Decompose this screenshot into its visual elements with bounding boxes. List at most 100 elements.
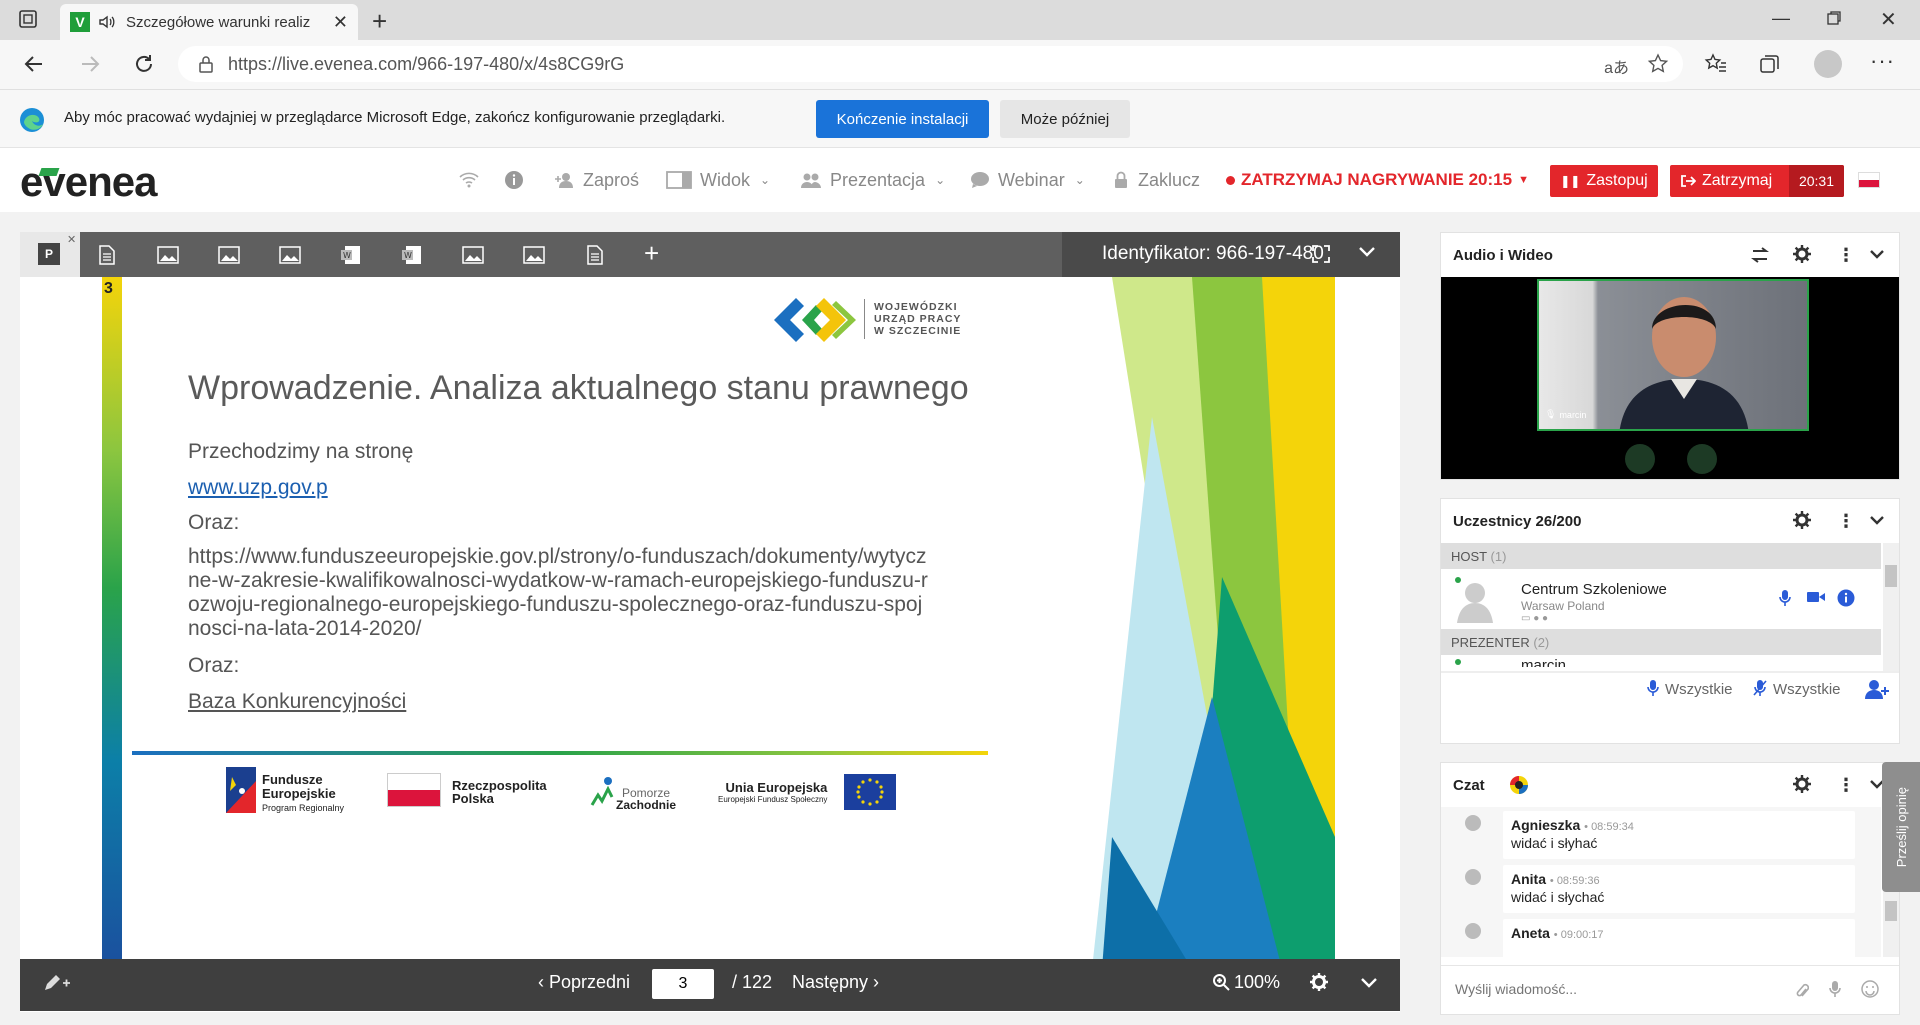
- tab-actions-icon[interactable]: [18, 9, 38, 29]
- mic-toggle-button[interactable]: [1687, 444, 1717, 474]
- view-nav[interactable]: Widok ⌄: [666, 148, 770, 212]
- new-tab-icon[interactable]: +: [372, 6, 387, 37]
- chevron-down-icon[interactable]: [1360, 977, 1378, 989]
- mic-icon[interactable]: [1779, 589, 1791, 607]
- settings-gear-icon[interactable]: [1793, 245, 1811, 263]
- word-file-icon[interactable]: W: [401, 245, 423, 265]
- speaker-icon[interactable]: [98, 13, 116, 31]
- refresh-icon[interactable]: [132, 52, 156, 76]
- image-file-icon[interactable]: [218, 246, 240, 264]
- next-slide-button[interactable]: Następny ›: [792, 972, 879, 993]
- info-icon[interactable]: [504, 148, 524, 212]
- chevron-down-icon[interactable]: [1869, 515, 1885, 526]
- settings-gear-icon[interactable]: [1793, 775, 1811, 793]
- competitiveness-base-link[interactable]: Baza Konkurencyjności: [188, 690, 406, 714]
- chat-message-input[interactable]: [1441, 970, 1781, 1008]
- all-audio-button[interactable]: Wszystkie: [1647, 679, 1733, 698]
- more-menu-icon[interactable]: ···: [1870, 48, 1895, 74]
- chevron-down-icon[interactable]: [1869, 249, 1885, 260]
- evenea-logo[interactable]: evenea: [20, 158, 157, 206]
- participants-scrollbar[interactable]: [1883, 543, 1899, 671]
- more-vertical-icon[interactable]: ⋮: [1837, 511, 1855, 532]
- chat-message: Agnieszka • 08:59:34 widać i słyhać: [1503, 811, 1855, 859]
- record-dot-icon: [1226, 175, 1235, 185]
- polish-flag-icon[interactable]: [1858, 172, 1880, 188]
- maybe-later-button[interactable]: Może później: [1000, 100, 1130, 138]
- image-file-icon[interactable]: [462, 246, 484, 264]
- back-icon[interactable]: [22, 52, 46, 76]
- all-mute-button[interactable]: Wszystkie: [1753, 679, 1841, 698]
- webinar-nav[interactable]: Webinar ⌄: [970, 148, 1085, 212]
- collections-icon[interactable]: [1758, 52, 1782, 76]
- svg-text:W: W: [343, 251, 351, 260]
- image-file-icon[interactable]: [157, 246, 179, 264]
- more-vertical-icon[interactable]: ⋮: [1837, 245, 1855, 266]
- eu-funds-logo-icon: [226, 767, 256, 813]
- participant-row-presenter[interactable]: marcin: [1441, 655, 1881, 667]
- favorites-icon[interactable]: [1704, 52, 1728, 76]
- camera-icon[interactable]: [1807, 591, 1825, 603]
- lock-icon[interactable]: [198, 55, 214, 73]
- add-favorite-icon[interactable]: [1647, 53, 1669, 75]
- minimize-icon[interactable]: —: [1772, 8, 1790, 29]
- presentation-area: P ✕ W W + Identyfikator: 966-197-480 3 W…: [20, 232, 1400, 1012]
- stop-broadcast-button[interactable]: Zatrzymaj 20:31: [1670, 165, 1844, 197]
- chevron-down-icon: ⌄: [935, 173, 946, 187]
- settings-gear-icon[interactable]: [1793, 511, 1811, 529]
- powerpoint-icon: P: [38, 243, 60, 265]
- info-icon[interactable]: [1837, 589, 1855, 607]
- powerpoint-file-tab[interactable]: P ✕: [20, 232, 80, 277]
- url-field[interactable]: https://live.evenea.com/966-197-480/x/4s…: [178, 46, 1683, 82]
- stop-recording-menu[interactable]: ZATRZYMAJ NAGRYWANIE 20:15 ▼: [1226, 148, 1529, 212]
- replace-button[interactable]: ❚❚ Zastopuj: [1550, 165, 1658, 197]
- restore-icon[interactable]: [1826, 10, 1842, 26]
- document-file-icon[interactable]: [98, 245, 116, 265]
- emoji-icon[interactable]: [1861, 980, 1879, 998]
- swap-icon[interactable]: [1751, 247, 1769, 263]
- video-area: 🎙 marcin: [1441, 277, 1899, 479]
- participant-video-tile[interactable]: 🎙 marcin: [1537, 279, 1809, 431]
- lock-nav[interactable]: Zaklucz: [1114, 148, 1200, 212]
- add-file-icon[interactable]: +: [644, 238, 659, 269]
- browser-tab-active[interactable]: V Szczegółowe warunki realiz ✕: [60, 4, 358, 40]
- close-file-icon[interactable]: ✕: [67, 233, 76, 246]
- settings-gear-icon[interactable]: [1310, 973, 1328, 991]
- chevron-down-icon[interactable]: [1358, 246, 1376, 258]
- more-vertical-icon[interactable]: ⋮: [1837, 775, 1855, 796]
- presentation-toolbar: P ✕ W W + Identyfikator: 966-197-480: [20, 232, 1400, 277]
- presentation-nav[interactable]: Prezentacja ⌄: [800, 148, 945, 212]
- device-icons: ▭ ● ●: [1521, 613, 1549, 624]
- add-participant-icon[interactable]: [1865, 679, 1889, 699]
- feedback-side-tab[interactable]: Prześlij opinię: [1882, 762, 1920, 892]
- meeting-identifier: Identyfikator: 966-197-480: [1102, 243, 1324, 264]
- avatar: [1465, 923, 1481, 939]
- previous-slide-button[interactable]: ‹ Poprzedni: [538, 972, 630, 993]
- finish-setup-button[interactable]: Kończenie instalacji: [816, 100, 989, 138]
- fullscreen-icon[interactable]: [1312, 245, 1330, 263]
- word-file-icon[interactable]: W: [340, 245, 362, 265]
- zoom-control[interactable]: 100%: [1212, 972, 1280, 993]
- annotate-pencil-icon[interactable]: [42, 973, 72, 993]
- attachment-icon[interactable]: [1795, 982, 1809, 1000]
- forward-icon: [78, 52, 102, 76]
- participant-row-host[interactable]: Centrum Szkoleniowe Warsaw Poland ▭ ● ●: [1441, 569, 1881, 629]
- evenea-favicon-icon: V: [70, 12, 90, 32]
- mic-icon[interactable]: [1829, 980, 1841, 998]
- camera-toggle-button[interactable]: [1625, 444, 1655, 474]
- chat-panel: Czat ⋮ Agnieszka • 08:59:34 widać i słyh…: [1440, 762, 1900, 1015]
- document-file-icon[interactable]: [586, 245, 604, 265]
- image-file-icon[interactable]: [279, 246, 301, 264]
- close-tab-icon[interactable]: ✕: [333, 12, 348, 33]
- pomorze-logo-icon: [590, 777, 614, 806]
- participant-name: Centrum Szkoleniowe: [1521, 581, 1667, 598]
- infobar-message: Aby móc pracować wydajniej w przeglądarc…: [64, 109, 726, 126]
- uzp-link[interactable]: www.uzp.gov.p: [188, 476, 328, 500]
- eu-text: Unia Europejska Europejski Fundusz Społe…: [718, 780, 828, 804]
- image-file-icon[interactable]: [523, 246, 545, 264]
- read-aloud-icon[interactable]: aあ: [1604, 54, 1629, 78]
- page-number-input[interactable]: [652, 969, 714, 999]
- invite-nav[interactable]: Zaproś: [555, 148, 639, 212]
- close-window-icon[interactable]: ✕: [1880, 7, 1897, 32]
- profile-avatar[interactable]: [1814, 50, 1842, 78]
- exit-icon: [1680, 174, 1696, 188]
